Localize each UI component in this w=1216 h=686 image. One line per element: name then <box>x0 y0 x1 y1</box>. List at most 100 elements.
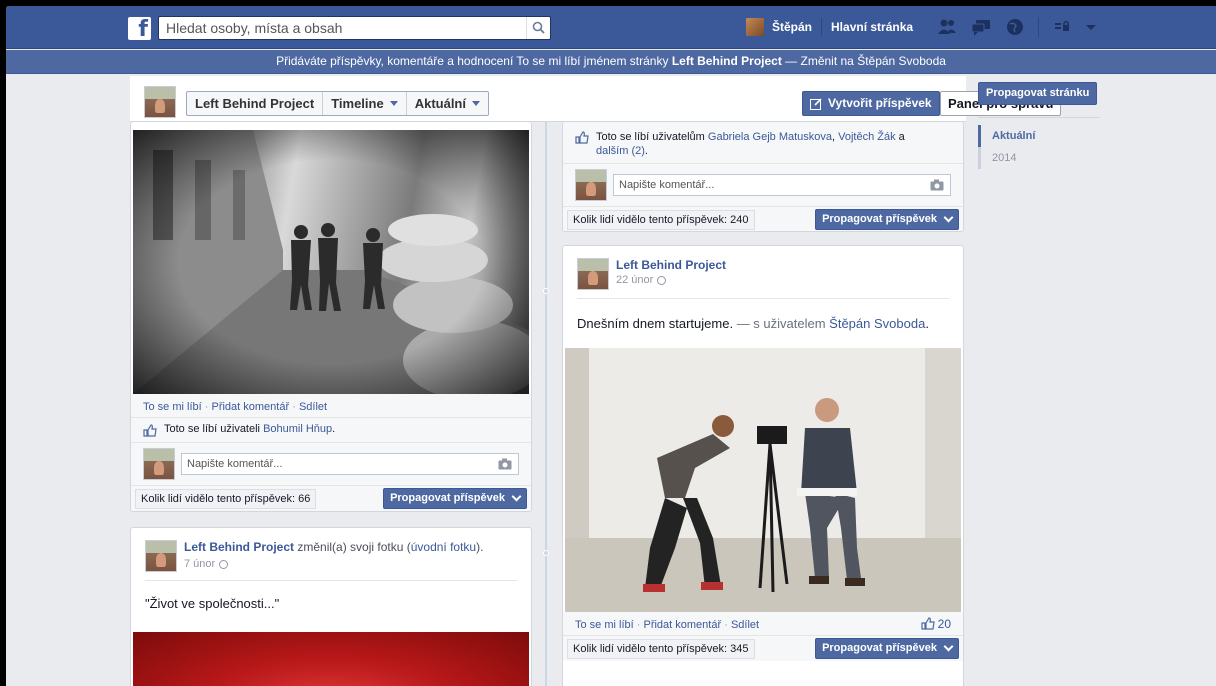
profile-link[interactable]: Štěpán <box>772 20 812 34</box>
cover-photo-link[interactable]: úvodní fotku <box>411 540 476 554</box>
promote-post-button[interactable]: Propagovat příspěvek <box>383 488 527 509</box>
switch-to-profile-link[interactable]: Změnit na Štěpán Svoboda <box>801 54 946 68</box>
tab-page-name[interactable]: Left Behind Project <box>187 92 324 115</box>
post-header: Left Behind Project změnil(a) svoji fotk… <box>131 528 531 572</box>
post-date[interactable]: 22 únor <box>616 274 653 286</box>
likes-and: a <box>895 131 905 143</box>
post-stats: Kolik lidí vidělo tento příspěvek: 240 P… <box>563 206 963 231</box>
comment-link[interactable]: Přidat komentář <box>211 401 289 413</box>
like-link[interactable]: To se mi líbí <box>143 401 202 413</box>
page-header: Left Behind Project Timeline Aktuální Vy… <box>130 76 1062 122</box>
post-header-text: Left Behind Project 22 únor <box>616 258 726 290</box>
post-header: Left Behind Project 22 únor <box>563 246 963 290</box>
post-date[interactable]: 7 únor <box>184 557 215 572</box>
post-photo-studio[interactable] <box>565 348 961 612</box>
post-actions: To se mi líbí · Přidat komentář · Sdílet… <box>563 612 963 635</box>
post-stats: Kolik lidí vidělo tento příspěvek: 345 P… <box>563 635 963 661</box>
post-card: Left Behind Project 22 únor Dnešním dnem… <box>562 245 964 686</box>
share-link[interactable]: Sdílet <box>299 401 327 413</box>
comment-input[interactable] <box>182 454 485 474</box>
chevron-down-icon[interactable] <box>1085 17 1097 37</box>
divider <box>1038 17 1039 37</box>
reach-counter[interactable]: Kolik lidí vidělo tento příspěvek: 66 <box>135 488 317 509</box>
post-card: Toto se líbí uživatelům Gabriela Gejb Ma… <box>562 122 964 232</box>
friends-icon[interactable] <box>936 17 958 37</box>
like-link[interactable]: To se mi líbí <box>575 619 634 631</box>
separator: · <box>636 619 641 631</box>
ufi-section: To se mi líbí · Přidat komentář · Sdílet… <box>563 612 963 661</box>
camera-icon[interactable] <box>930 179 944 191</box>
avatar[interactable] <box>746 18 764 36</box>
search-icon <box>532 21 545 34</box>
post-author[interactable]: Left Behind Project <box>184 540 294 554</box>
home-link[interactable]: Hlavní stránka <box>831 20 913 34</box>
jewel-icons <box>936 17 1097 37</box>
timeline-nav-recent[interactable]: Aktuální <box>978 125 1035 147</box>
street-scene <box>133 130 529 394</box>
timeline-spine <box>545 122 547 686</box>
promote-post-button[interactable]: Propagovat příspěvek <box>815 209 959 230</box>
tab-label: Aktuální <box>414 96 466 111</box>
likes-text: Toto se líbí uživatelům Gabriela Gejb Ma… <box>596 130 905 158</box>
like-icon <box>143 424 157 437</box>
likes-end: . <box>644 145 648 157</box>
acting-as-text: Přidáváte příspěvky, komentáře a hodnoce… <box>276 54 672 68</box>
post-photo-street[interactable] <box>133 130 529 394</box>
timeline-nav-2014[interactable]: 2014 <box>978 147 1035 169</box>
likes-summary: Toto se líbí uživatelům Gabriela Gejb Ma… <box>563 122 963 163</box>
timeline-dot <box>543 288 549 294</box>
globe-icon[interactable] <box>1004 17 1026 37</box>
facebook-logo-icon[interactable]: f <box>128 17 151 40</box>
tagged-user-link[interactable]: Štěpán Svoboda <box>829 316 925 331</box>
avatar <box>575 169 607 201</box>
camera-icon[interactable] <box>498 458 512 470</box>
post-card: Left Behind Project změnil(a) svoji fotk… <box>130 527 532 686</box>
page-avatar[interactable] <box>577 258 609 290</box>
share-link[interactable]: Sdílet <box>731 619 759 631</box>
comment-box[interactable] <box>613 174 951 196</box>
promote-post-button[interactable]: Propagovat příspěvek <box>815 638 959 659</box>
browser-viewport: f Štěpán Hlavní stránka <box>6 6 1216 686</box>
search-input[interactable] <box>159 17 519 39</box>
separator: · <box>292 401 296 413</box>
chevron-down-icon <box>389 101 398 106</box>
chevron-down-icon <box>943 212 954 223</box>
liker-link[interactable]: Vojtěch Žák <box>838 131 895 143</box>
chevron-down-icon <box>511 491 522 502</box>
page-avatar[interactable] <box>145 540 177 572</box>
privacy-icon[interactable] <box>1051 17 1073 37</box>
tab-timeline[interactable]: Timeline <box>323 92 407 115</box>
liker-link[interactable]: Bohumil Hňup <box>263 423 332 435</box>
tab-recent[interactable]: Aktuální <box>407 92 488 115</box>
reach-counter[interactable]: Kolik lidí vidělo tento příspěvek: 345 <box>567 638 755 659</box>
other-likers-link[interactable]: dalším (2) <box>596 145 645 157</box>
reach-counter[interactable]: Kolik lidí vidělo tento příspěvek: 240 <box>567 209 755 230</box>
comment-box[interactable] <box>181 453 519 475</box>
chevron-down-icon <box>943 641 954 652</box>
create-post-button[interactable]: Vytvořit příspěvek <box>802 91 940 116</box>
search-box[interactable] <box>158 16 551 40</box>
post-action-links: To se mi líbí · Přidat komentář · Sdílet <box>575 619 759 631</box>
likes-suffix: . <box>332 423 336 435</box>
page-avatar[interactable] <box>144 86 176 118</box>
like-icon <box>921 617 935 630</box>
liker-link[interactable]: Gabriela Gejb Matuskova <box>708 131 832 143</box>
ufi-section: To se mi líbí · Přidat komentář · Sdílet… <box>131 394 531 511</box>
likes-summary: Toto se líbí uživateli Bohumil Hňup. <box>131 417 531 442</box>
timeline-dot <box>543 550 549 556</box>
post-author[interactable]: Left Behind Project <box>616 258 726 272</box>
post-action-text: změnil(a) svoji fotku ( <box>294 540 411 554</box>
cover-photo[interactable] <box>133 632 529 686</box>
avatar <box>143 448 175 480</box>
post-header-text: Left Behind Project změnil(a) svoji fotk… <box>184 540 483 572</box>
search-button[interactable] <box>526 17 550 39</box>
separator: · <box>204 401 209 413</box>
promote-page-button[interactable]: Propagovat stránku <box>978 82 1098 105</box>
promote-post-label: Propagovat příspěvek <box>822 213 937 225</box>
messages-icon[interactable] <box>970 17 992 37</box>
likes-prefix: Toto se líbí uživatelům <box>596 131 708 143</box>
comment-link[interactable]: Přidat komentář <box>643 619 721 631</box>
comment-input[interactable] <box>614 175 917 195</box>
like-count[interactable]: 20 <box>921 617 951 631</box>
comment-composer <box>131 442 531 485</box>
